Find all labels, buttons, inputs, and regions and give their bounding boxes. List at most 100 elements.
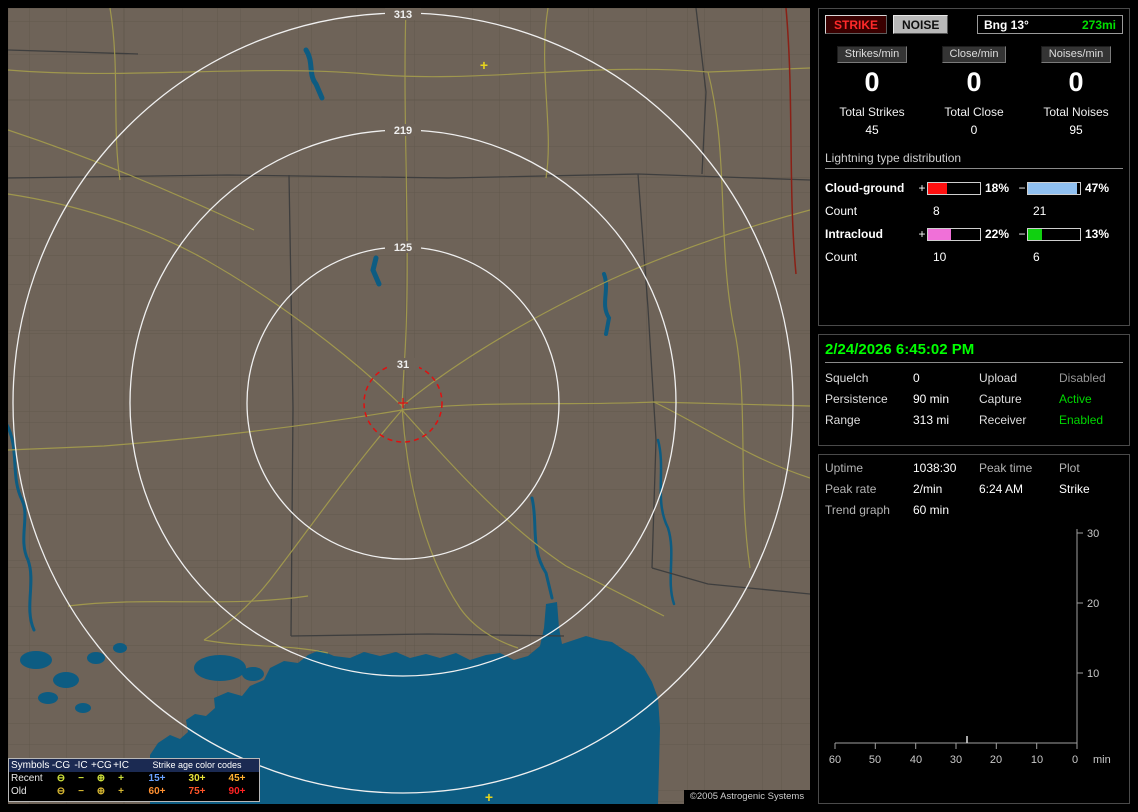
minus-sign: − [1018, 227, 1026, 241]
y-tick-10: 10 [1087, 668, 1099, 680]
neg-cg-icon: ⊖ [56, 786, 66, 797]
current-datetime: 2/24/2026 6:45:02 PM [825, 341, 975, 358]
x-tick-50: 50 [869, 754, 881, 766]
strike-mode-button[interactable]: STRIKE [825, 15, 888, 34]
capture-status: Active [1059, 392, 1092, 406]
peak-time-value: 6:24 AM [979, 482, 1024, 496]
close-per-min-chip[interactable]: Close/min [941, 46, 1007, 63]
plot-label: Plot [1059, 461, 1080, 475]
legend-row-old: Old ⊖ − ⊕ + 60+ 75+ 90+ [9, 785, 259, 798]
noises-per-min-counter: Noises/min 0 Total Noises 95 [1029, 46, 1123, 137]
count-label: Count [825, 250, 858, 264]
strike-symbol: + [485, 789, 493, 804]
lightning-map[interactable]: 313 219 125 31 + + Symbols -CG -IC +CG +… [8, 8, 810, 804]
system-status-section: 2/24/2026 6:45:02 PM Squelch 0 Upload Di… [818, 334, 1130, 446]
legend-col-pos-ic: +IC [113, 760, 129, 771]
total-strikes-value: 45 [865, 123, 879, 137]
minus-sign: − [1018, 181, 1026, 195]
legend-col-neg-ic: -IC [74, 760, 88, 771]
x-tick-10: 10 [1031, 754, 1043, 766]
map-legend: Symbols -CG -IC +CG +IC Strike age color… [8, 758, 260, 802]
trend-window-value: 60 min [913, 503, 950, 517]
intracloud-count-row: Count 10 6 [825, 245, 1123, 269]
ic-minus-bar [1027, 227, 1081, 241]
age-code: 60+ [148, 786, 166, 797]
legend-row-recent: Recent ⊖ − ⊕ + 15+ 30+ 45+ [9, 772, 259, 785]
pos-cg-icon: ⊕ [96, 773, 106, 784]
trend-section: Uptime 1038:30 Peak time Plot Peak rate … [818, 454, 1130, 804]
age-code: 90+ [228, 786, 246, 797]
neg-cg-icon: ⊖ [56, 773, 66, 784]
x-axis-unit: min [1093, 754, 1111, 766]
strike-trend-chart: 30 20 10 60 50 40 30 20 10 0 min [829, 528, 1111, 766]
ic-plus-bar [927, 227, 981, 241]
legend-col-neg-cg: -CG [51, 760, 71, 771]
strikes-per-min-value: 0 [864, 67, 880, 97]
trend-graph-label: Trend graph [825, 503, 890, 517]
upload-label: Upload [979, 371, 1018, 385]
age-code: 15+ [148, 773, 166, 784]
pos-ic-icon: + [118, 786, 124, 797]
peak-rate-value: 2/min [913, 482, 943, 496]
status-panel: STRIKE NOISE Bng 13° 273mi Strikes/min 0… [818, 8, 1130, 804]
age-code: 45+ [228, 773, 246, 784]
copyright-text: ©2005 Astrogenic Systems [684, 790, 810, 804]
bearing-readout: Bng 13° 273mi [977, 15, 1123, 34]
neg-ic-icon: − [78, 773, 84, 784]
close-per-min-counter: Close/min 0 Total Close 0 [927, 46, 1021, 137]
legend-age-title: Strike age color codes [152, 760, 242, 770]
persistence-value: 90 min [913, 392, 950, 406]
close-per-min-value: 0 [966, 67, 982, 97]
squelch-label: Squelch [825, 371, 869, 385]
map-canvas[interactable]: 313 219 125 31 + + [8, 8, 810, 804]
ic-plus-bar-fill [928, 228, 951, 240]
x-tick-40: 40 [910, 754, 922, 766]
legend-symbols-label: Symbols [11, 760, 50, 771]
range-label: Range [825, 413, 861, 427]
x-tick-20: 20 [990, 754, 1002, 766]
strikes-per-min-counter: Strikes/min 0 Total Strikes 45 [825, 46, 919, 137]
total-noises-label: Total Noises [1043, 105, 1109, 119]
noises-per-min-chip[interactable]: Noises/min [1040, 46, 1112, 63]
cg-plus-bar [927, 181, 981, 195]
divider [825, 168, 1123, 169]
count-label: Count [825, 204, 858, 218]
plot-value[interactable]: Strike [1059, 482, 1123, 496]
cloud-ground-row: Cloud-ground + 18% − 47% [825, 177, 1123, 199]
total-strikes-label: Total Strikes [839, 105, 905, 119]
upload-status: Disabled [1059, 371, 1106, 385]
app-window: 313 219 125 31 + + Symbols -CG -IC +CG +… [0, 0, 1138, 812]
ic-plus-count: 10 [933, 250, 947, 264]
ic-minus-count: 6 [1033, 250, 1040, 264]
legend-recent-label: Recent [11, 773, 43, 784]
distribution-title: Lightning type distribution [825, 151, 962, 165]
receiver-status: Enabled [1059, 413, 1104, 427]
x-tick-60: 60 [829, 754, 841, 766]
persistence-label: Persistence [825, 392, 888, 406]
range-ring-label: 31 [397, 359, 409, 371]
plus-sign: + [918, 181, 926, 195]
bearing-label: Bng 13° [984, 17, 1029, 32]
legend-col-pos-cg: +CG [91, 760, 112, 771]
peak-time-label: Peak time [979, 461, 1033, 475]
range-ring-label: 125 [394, 242, 412, 254]
uptime-label: Uptime [825, 461, 864, 475]
age-code: 30+ [188, 773, 206, 784]
pos-cg-icon: ⊕ [96, 786, 106, 797]
peak-rate-label: Peak rate [825, 482, 877, 496]
uptime-value: 1038:30 [913, 461, 957, 475]
counters-section: STRIKE NOISE Bng 13° 273mi Strikes/min 0… [818, 8, 1130, 326]
cloud-ground-label: Cloud-ground [825, 181, 905, 195]
noise-mode-button[interactable]: NOISE [893, 15, 949, 34]
strikes-per-min-chip[interactable]: Strikes/min [836, 46, 908, 63]
cg-plus-pct: 18% [985, 181, 1010, 195]
strike-symbol: + [480, 57, 488, 73]
capture-label: Capture [979, 392, 1022, 406]
pos-ic-icon: + [118, 773, 124, 784]
range-ring-label: 219 [394, 125, 412, 137]
y-tick-20: 20 [1087, 598, 1099, 610]
neg-ic-icon: − [78, 786, 84, 797]
receiver-label: Receiver [979, 413, 1027, 427]
ic-plus-pct: 22% [985, 227, 1010, 241]
cg-minus-pct: 47% [1085, 181, 1110, 195]
